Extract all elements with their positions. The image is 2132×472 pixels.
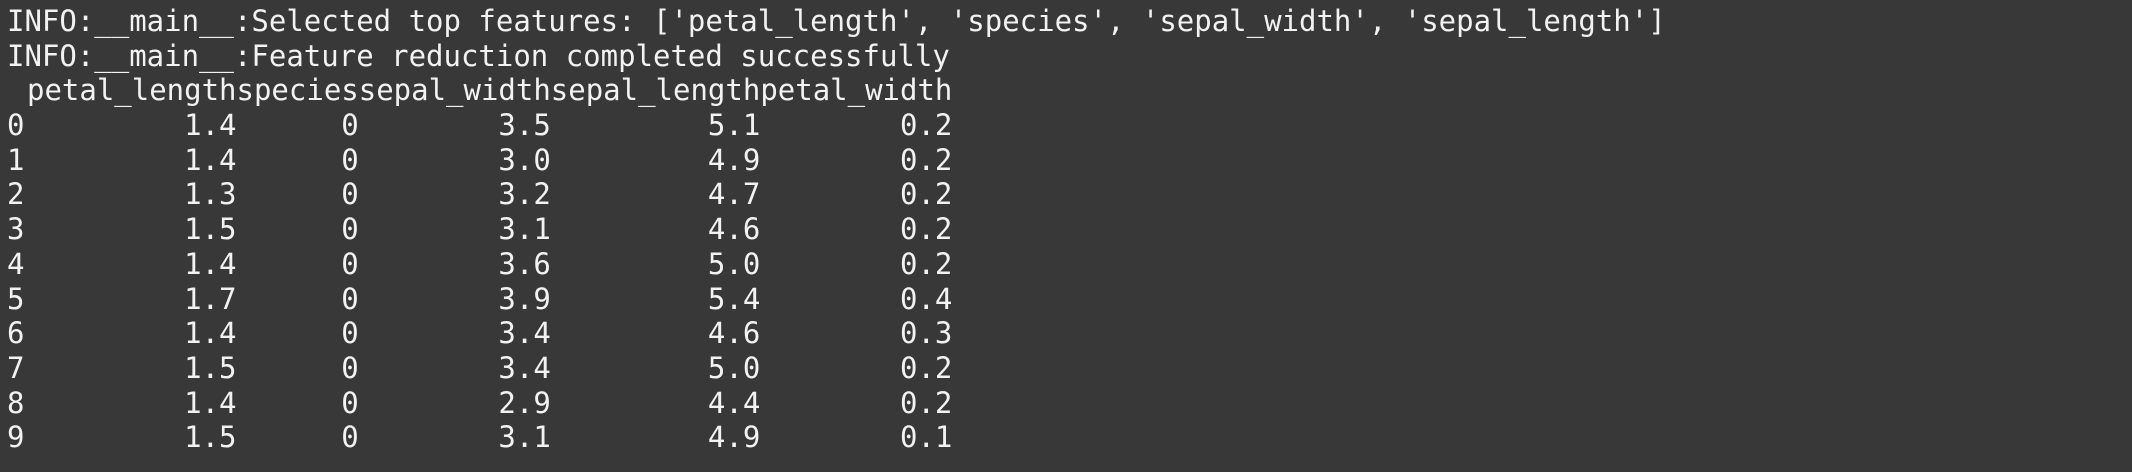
cell-petal-length: 1.7 [184,281,237,316]
table-row: 3 1.5 0 3.1 4.6 0.2 [7,212,952,247]
cell-petal-length: 1.4 [184,142,237,177]
column-header-sepal-width: sepal_width [358,73,551,108]
table-header-row: petal_length species sepal_width sepal_l… [7,73,952,108]
row-index: 5 [7,281,25,316]
cell-sepal-length: 5.4 [707,281,761,316]
cell-petal-width: 0.1 [899,420,953,455]
cell-sepal-length: 4.6 [707,212,761,247]
table-row: 6 1.4 0 3.4 4.6 0.3 [7,316,952,351]
cell-sepal-length: 4.7 [707,177,761,212]
cell-species: 0 [341,212,359,247]
cell-sepal-length: 5.0 [707,246,761,281]
cell-species: 0 [341,420,359,455]
row-index: 7 [7,351,25,385]
log-line-selected-features: INFO:__main__:Selected top features: ['p… [7,4,1666,38]
cell-petal-length: 1.3 [184,177,237,212]
log-line-reduction-complete: INFO:__main__:Feature reduction complete… [7,38,950,73]
table-row: 5 1.7 0 3.9 5.4 0.4 [7,282,952,317]
cell-petal-width: 0.2 [899,177,953,212]
cell-petal-length: 1.4 [184,316,237,351]
cell-petal-length: 1.5 [184,351,237,385]
column-header-sepal-length: sepal_length [550,73,761,108]
cell-sepal-length: 4.6 [707,316,761,351]
row-index: 1 [7,142,25,177]
cell-species: 0 [341,246,359,281]
row-index: 9 [7,420,25,455]
cell-sepal-width: 2.9 [498,385,551,420]
cell-sepal-width: 3.5 [498,108,551,143]
cell-petal-width: 0.3 [899,316,953,351]
cell-species: 0 [341,385,359,420]
cell-petal-length: 1.5 [184,212,237,247]
table-row: 0 1.4 0 3.5 5.1 0.2 [7,108,952,143]
cell-petal-width: 0.2 [899,351,953,385]
cell-petal-width: 0.2 [899,108,953,143]
column-header-petal-length: petal_length [27,73,237,108]
cell-petal-length: 1.4 [184,108,237,143]
row-index: 4 [7,246,25,281]
row-index: 6 [7,316,25,351]
table-row: 4 1.4 0 3.6 5.0 0.2 [7,247,952,282]
cell-sepal-length: 4.9 [707,420,761,455]
cell-sepal-width: 3.1 [498,212,551,247]
cell-petal-width: 0.2 [899,385,953,420]
cell-sepal-width: 3.4 [498,316,551,351]
row-index: 3 [7,212,25,247]
column-header-petal-width: petal_width [760,73,953,108]
cell-petal-length: 1.4 [184,385,237,420]
table-row: 2 1.3 0 3.2 4.7 0.2 [7,177,952,212]
cell-petal-length: 1.4 [184,246,237,281]
cell-petal-width: 0.2 [899,246,953,281]
cell-sepal-length: 4.9 [707,142,761,177]
cell-sepal-width: 3.1 [498,420,551,455]
cell-sepal-length: 5.0 [707,351,761,385]
dataframe-table: petal_length species sepal_width sepal_l… [7,73,952,455]
cell-species: 0 [341,108,359,143]
cell-sepal-length: 4.4 [707,385,761,420]
row-index: 2 [7,177,25,212]
row-index: 8 [7,385,25,420]
table-row: 1 1.4 0 3.0 4.9 0.2 [7,143,952,178]
column-header-species: species [236,73,359,108]
cell-sepal-width: 3.4 [498,351,551,385]
cell-sepal-width: 3.2 [498,177,551,212]
cell-petal-length: 1.5 [184,420,237,455]
cell-sepal-width: 3.9 [498,281,551,316]
cell-species: 0 [341,177,359,212]
index-header [7,73,27,108]
cell-petal-width: 0.4 [899,281,953,316]
cell-sepal-width: 3.0 [498,142,551,177]
table-row: 7 1.5 0 3.4 5.0 0.2 [7,351,952,386]
cell-petal-width: 0.2 [899,142,953,177]
cell-species: 0 [341,281,359,316]
table-row: 8 1.4 0 2.9 4.4 0.2 [7,386,952,421]
cell-petal-width: 0.2 [899,212,953,247]
cell-sepal-length: 5.1 [707,108,761,143]
table-row: 9 1.5 0 3.1 4.9 0.1 [7,420,952,455]
terminal-output[interactable]: INFO:__main__:Selected top features: ['p… [0,0,2132,472]
cell-species: 0 [341,351,359,385]
row-index: 0 [7,108,25,143]
cell-species: 0 [341,142,359,177]
cell-species: 0 [341,316,359,351]
cell-sepal-width: 3.6 [498,246,551,281]
